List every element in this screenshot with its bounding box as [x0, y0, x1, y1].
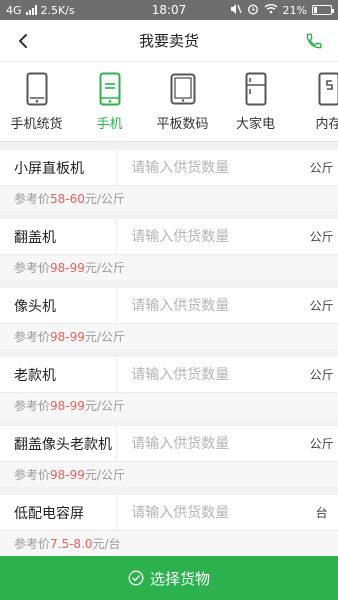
reference-price: 参考价 98-99 元/公斤 — [0, 255, 338, 280]
network-speed: 2.5K/s — [40, 3, 75, 17]
quantity-input[interactable] — [117, 357, 306, 392]
product-name: 翻盖像头老款机 — [0, 426, 118, 461]
list-item: 小屏直板机 公斤 参考价 58-60元/公斤 — [0, 150, 338, 211]
reference-price: 参考价 7.5-8.0 元/台 — [0, 531, 338, 556]
list-item: 像头机 公斤 参考价 98-99元/公斤 — [0, 288, 338, 349]
unit-label: 公斤 — [309, 230, 334, 244]
select-goods-label: 选择货物 — [149, 569, 210, 588]
category-appliance[interactable]: 大家电 — [219, 62, 292, 141]
category-memory[interactable]: 内存 — [292, 62, 338, 141]
price-range: 98-99 — [50, 467, 85, 482]
quantity-input[interactable] — [117, 426, 306, 461]
quantity-input[interactable] — [117, 495, 306, 530]
product-name: 低配电容屏 — [0, 495, 118, 530]
list-item: 低配电容屏 台 参考价 7.5-8.0元/台 — [0, 495, 338, 556]
reference-label: 参考价 — [14, 261, 51, 275]
price-unit: 元/公斤 — [84, 468, 125, 482]
price-unit: 元/台 — [92, 537, 121, 551]
nav-bar: 我要卖货 — [0, 20, 338, 62]
category-phone-bulk[interactable]: 手机统货 — [0, 62, 73, 141]
list-item: 老款机 公斤 参考价 98-99元/公斤 — [0, 357, 338, 418]
product-name: 老款机 — [0, 357, 118, 392]
back-button[interactable] — [10, 28, 36, 54]
battery-percent: 21% — [282, 3, 307, 17]
reference-label: 参考价 — [14, 330, 51, 344]
call-button[interactable] — [302, 29, 326, 53]
price-unit: 元/公斤 — [84, 192, 125, 206]
price-range: 98-99 — [50, 329, 85, 344]
phone-icon — [306, 33, 322, 49]
reference-price: 参考价 98-99 元/公斤 — [0, 324, 338, 349]
category-bar: 手机统货 手机 平板数码 大家电 内存 — [0, 62, 338, 142]
unit-label: 台 — [315, 506, 328, 520]
select-goods-button[interactable]: 选择货物 — [0, 556, 338, 600]
reference-price: 参考价 98-99 元/公斤 — [0, 393, 338, 418]
product-name: 小屏直板机 — [0, 150, 118, 185]
product-name: 像头机 — [0, 288, 118, 323]
category-label: 手机统货 — [10, 117, 63, 132]
product-name: 翻盖机 — [0, 219, 118, 254]
signal-icon — [25, 5, 37, 15]
status-bar: 4G 2.5K/s 18:07 21% — [0, 0, 338, 20]
memory-icon — [318, 72, 338, 106]
quantity-input[interactable] — [117, 150, 306, 185]
category-phone[interactable]: 手机 — [73, 62, 146, 141]
price-unit: 元/公斤 — [84, 261, 125, 275]
page-title: 我要卖货 — [138, 32, 199, 50]
category-label: 手机 — [96, 117, 123, 132]
category-label: 大家电 — [235, 117, 275, 132]
product-list: 小屏直板机 公斤 参考价 58-60元/公斤 翻盖机 公斤 参考价 98-99元… — [0, 150, 338, 556]
price-range: 58-60 — [50, 191, 85, 206]
reference-label: 参考价 — [14, 399, 51, 413]
price-range: 7.5-8.0 — [50, 536, 93, 551]
wifi-icon — [264, 3, 278, 17]
phone-outline-icon — [26, 72, 47, 106]
price-unit: 元/公斤 — [84, 330, 125, 344]
reference-label: 参考价 — [14, 468, 51, 482]
reference-label: 参考价 — [14, 192, 51, 206]
category-label: 平板数码 — [156, 117, 209, 132]
chevron-left-icon — [19, 34, 27, 48]
unit-label: 公斤 — [309, 161, 334, 175]
price-unit: 元/公斤 — [84, 399, 125, 413]
price-range: 98-99 — [50, 260, 85, 275]
category-label: 内存 — [315, 117, 338, 132]
list-item: 翻盖像头老款机 公斤 参考价 98-99元/公斤 — [0, 426, 338, 487]
network-type: 4G — [6, 3, 22, 17]
unit-label: 公斤 — [309, 437, 334, 451]
reference-label: 参考价 — [14, 537, 51, 551]
category-tablet-digital[interactable]: 平板数码 — [146, 62, 219, 141]
battery-icon — [312, 5, 334, 15]
price-range: 98-99 — [50, 398, 85, 413]
unit-label: 公斤 — [309, 368, 334, 382]
quantity-input[interactable] — [117, 219, 306, 254]
list-item: 翻盖机 公斤 参考价 98-99元/公斤 — [0, 219, 338, 280]
quantity-input[interactable] — [117, 288, 306, 323]
check-circle-icon — [128, 570, 144, 586]
phone-list-icon — [99, 72, 120, 106]
mute-icon — [230, 3, 242, 18]
unit-label: 公斤 — [309, 299, 334, 313]
reference-price: 参考价 98-99 元/公斤 — [0, 462, 338, 487]
reference-price: 参考价 58-60 元/公斤 — [0, 186, 338, 211]
fridge-icon — [245, 72, 266, 106]
alarm-icon — [247, 3, 259, 18]
tablet-icon — [170, 73, 195, 105]
